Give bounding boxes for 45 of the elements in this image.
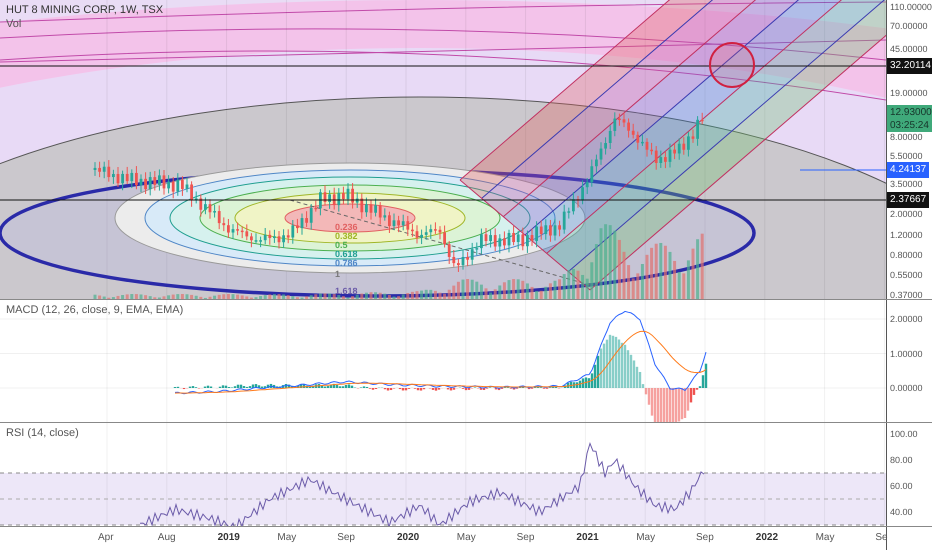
- price-marker-value: 12.93000: [890, 106, 932, 120]
- fib-level-label: 0.382: [335, 232, 358, 241]
- macd-tick-label: 0.00000: [890, 382, 923, 395]
- rsi-tick-label: 100.00: [890, 428, 918, 441]
- bar-countdown: 03:25:24: [890, 120, 930, 131]
- price-tick-label: 0.55000: [890, 268, 923, 282]
- time-tick-label: 2020: [397, 532, 420, 543]
- symbol-title: HUT 8 MINING CORP, 1W, TSX: [6, 4, 164, 17]
- time-tick-label: May: [816, 532, 834, 543]
- fib-level-label: 1.618: [335, 287, 358, 296]
- time-tick-label: Sep: [516, 532, 534, 543]
- price-tick-label: 8.00000: [890, 131, 923, 144]
- rsi-tick-label: 60.00: [890, 480, 913, 493]
- time-tick-label: 2022: [756, 532, 778, 543]
- time-tick-label: Aug: [158, 532, 176, 543]
- price-tick-label: 110.00000: [890, 1, 932, 14]
- circle-marker: [709, 42, 755, 88]
- macd-title: MACD (12, 26, close, 9, EMA, EMA): [6, 304, 184, 317]
- rsi-tick-label: 40.00: [890, 506, 913, 519]
- price-marker-value: 4.24137: [890, 162, 926, 177]
- price-tick-label: 5.50000: [890, 150, 923, 163]
- price-tick-label: 1.20000: [890, 228, 923, 242]
- time-tick-label: May: [277, 532, 296, 543]
- price-tick-label: 3.50000: [890, 178, 923, 191]
- time-tick-label: May: [456, 532, 476, 543]
- macd-tick-label: 2.00000: [890, 313, 923, 326]
- time-tick-label: 2021: [576, 532, 599, 543]
- macd-tick-label: 1.00000: [890, 348, 923, 360]
- rsi-title: RSI (14, close): [6, 427, 79, 440]
- price-marker-value: 2.37667: [890, 192, 926, 207]
- price-tick-label: 70.00000: [890, 20, 928, 34]
- rsi-tick-label: 80.00: [890, 454, 913, 467]
- price-tick-label: 2.00000: [890, 208, 923, 221]
- time-tick-label: Sep: [696, 532, 714, 543]
- time-tick-label: May: [636, 532, 656, 543]
- time-tick-label: 2019: [218, 532, 240, 543]
- price-tick-label: 19.00000: [890, 87, 928, 100]
- price-marker-value: 32.20114: [890, 58, 931, 73]
- time-tick-label: Apr: [98, 532, 114, 543]
- price-tick-label: 0.37000: [890, 288, 923, 302]
- fib-level-label: 0.236: [335, 223, 358, 232]
- price-tick-label: 45.00000: [890, 42, 928, 56]
- price-tick-label: 0.80000: [890, 249, 923, 262]
- fib-level-label: 0.618: [335, 250, 358, 259]
- time-tick-label: Sep: [337, 532, 355, 543]
